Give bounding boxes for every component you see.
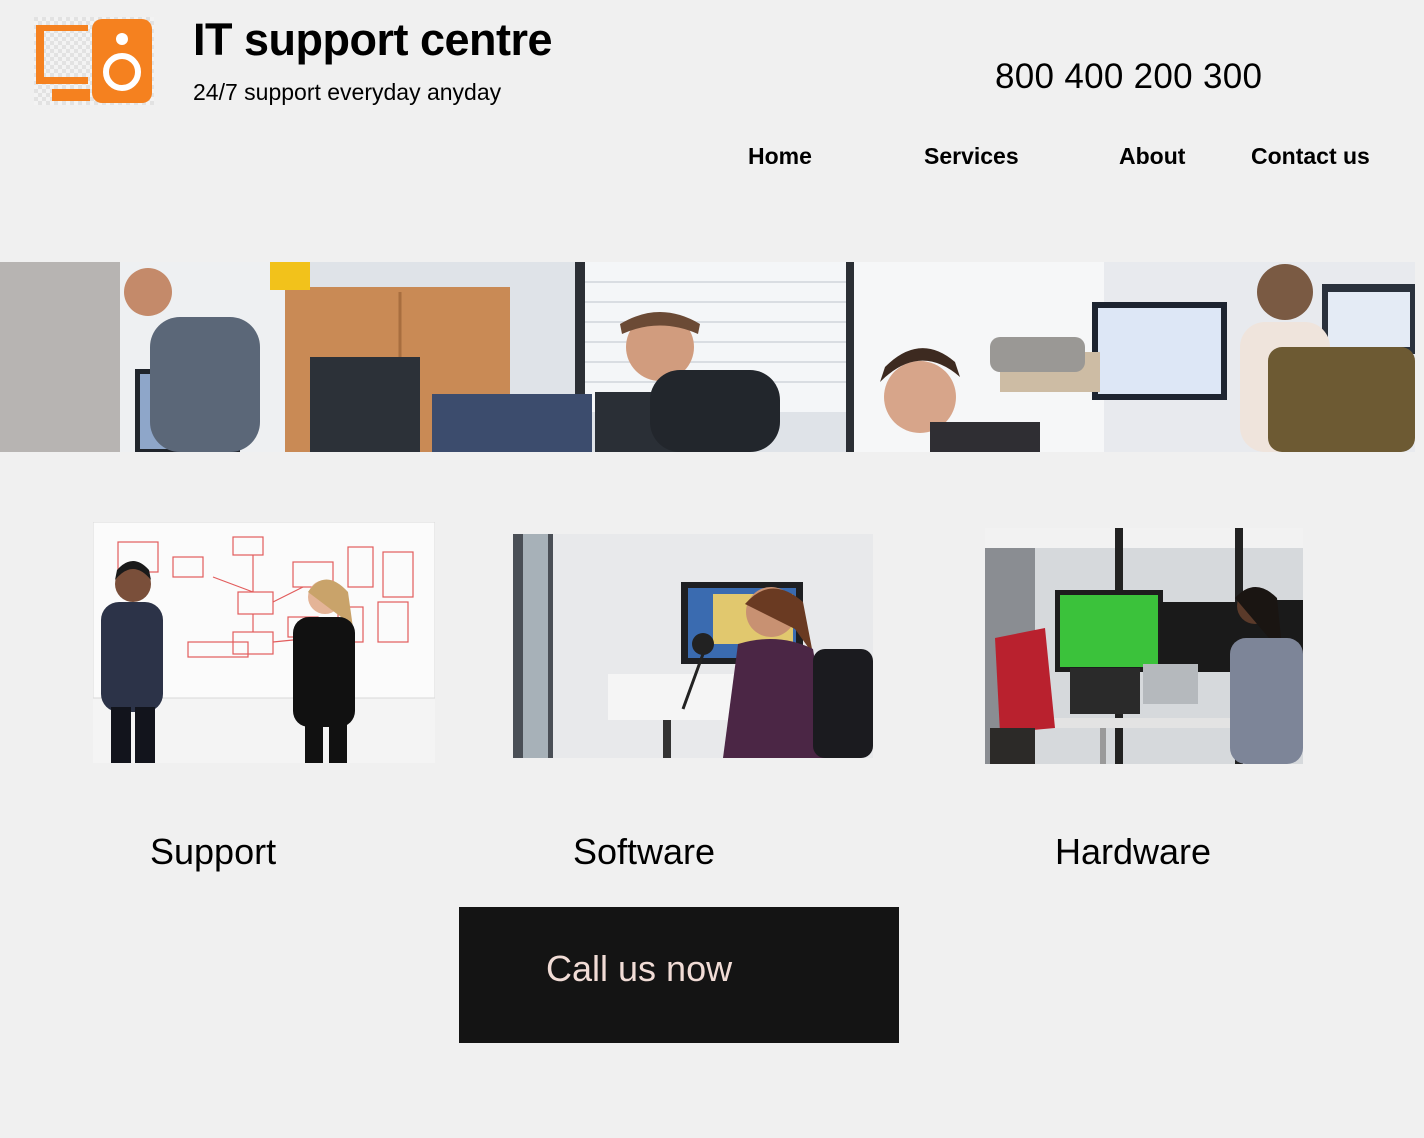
hardware-image[interactable]	[985, 528, 1303, 764]
hero-image	[0, 262, 1415, 452]
phone-number[interactable]: 800 400 200 300	[995, 56, 1262, 98]
call-us-now-button[interactable]: Call us now	[459, 907, 899, 1043]
nav-services[interactable]: Services	[924, 142, 1019, 170]
call-us-now-label: Call us now	[546, 948, 733, 989]
software-image[interactable]	[513, 534, 873, 758]
support-label[interactable]: Support	[150, 830, 276, 874]
software-label[interactable]: Software	[573, 830, 715, 874]
nav-home[interactable]: Home	[748, 142, 812, 170]
hardware-label[interactable]: Hardware	[1055, 830, 1211, 874]
site-title: IT support centre	[193, 14, 553, 65]
nav-contact-us[interactable]: Contact us	[1251, 142, 1370, 170]
support-image[interactable]	[93, 522, 435, 763]
site-logo[interactable]	[34, 17, 154, 105]
site-tagline: 24/7 support everyday anyday	[193, 79, 502, 105]
nav-about[interactable]: About	[1119, 142, 1185, 170]
